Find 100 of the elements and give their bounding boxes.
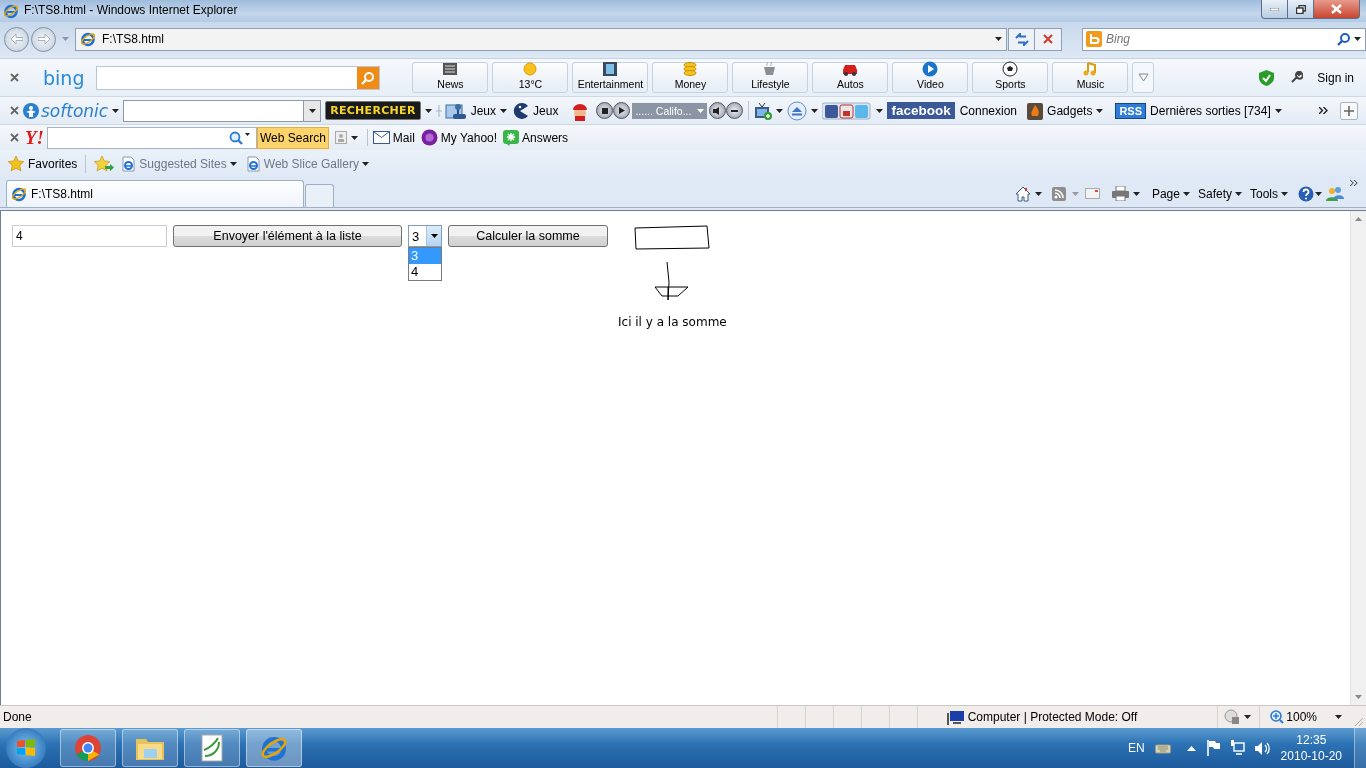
caret-icon[interactable]: [112, 108, 120, 113]
browser-tab[interactable]: F:\TS8.html: [6, 180, 304, 207]
minus-button[interactable]: [726, 102, 744, 119]
taskbar-app-button[interactable]: [246, 729, 302, 767]
minimize-button[interactable]: [1261, 0, 1288, 19]
home-icon[interactable]: [1014, 185, 1031, 202]
caret-icon[interactable]: [1354, 37, 1361, 41]
command-menu[interactable]: Page: [1151, 186, 1190, 201]
stop-media-button[interactable]: [596, 102, 614, 119]
taskbar-app-button[interactable]: [122, 729, 178, 767]
send-button[interactable]: Envoyer l'élément à la liste: [173, 225, 402, 247]
favorites-button[interactable]: Favorites: [8, 156, 78, 172]
taskbar-app-button[interactable]: [60, 729, 116, 767]
clock[interactable]: 12:35 2010-10-20: [1280, 732, 1342, 764]
caret-icon[interactable]: [1274, 108, 1282, 113]
tv-plus-icon[interactable]: [754, 101, 773, 120]
command-menu[interactable]: Safety: [1197, 186, 1242, 201]
command-menu[interactable]: Tools: [1250, 186, 1288, 201]
caret-icon[interactable]: [1034, 191, 1042, 196]
close-icon[interactable]: [10, 106, 19, 115]
text-input[interactable]: 4: [12, 225, 167, 247]
search-field[interactable]: Bing: [1082, 27, 1366, 51]
softonic-search-field[interactable]: [123, 99, 322, 122]
rss-badge[interactable]: RSS: [1115, 102, 1147, 119]
resize-grip-icon[interactable]: [1354, 717, 1364, 727]
caret-icon[interactable]: [776, 108, 784, 113]
autos-button[interactable]: Autos: [812, 62, 889, 93]
star-arrow-icon[interactable]: [94, 156, 115, 172]
show-desktop-button[interactable]: [1354, 728, 1366, 768]
caret-icon[interactable]: [424, 108, 432, 113]
caret-icon[interactable]: [1315, 191, 1322, 196]
news-button[interactable]: News: [412, 62, 489, 93]
dropdown-button[interactable]: [303, 100, 321, 121]
refresh-button[interactable]: [1008, 27, 1035, 51]
caret-icon[interactable]: [1096, 108, 1104, 113]
facebook-logo[interactable]: facebook: [887, 102, 955, 119]
close-icon[interactable]: [10, 133, 19, 142]
help-icon[interactable]: [1298, 185, 1314, 202]
toolbar-link[interactable]: Answers: [522, 130, 569, 145]
up-triangle-icon[interactable]: [1186, 745, 1196, 751]
entertainment-button[interactable]: Entertainment: [572, 62, 649, 93]
volume-button[interactable]: [709, 102, 727, 119]
eject-icon[interactable]: [787, 100, 808, 121]
printer-icon[interactable]: [1111, 186, 1129, 201]
yahoo-search-field[interactable]: [47, 126, 257, 149]
add-button[interactable]: [1340, 101, 1358, 120]
social-icons[interactable]: [822, 101, 873, 120]
taskbar-app-button[interactable]: [184, 729, 240, 767]
chevron-icon[interactable]: [1319, 107, 1328, 114]
play-media-button[interactable]: [613, 102, 631, 119]
restore-button[interactable]: [1288, 0, 1314, 19]
language-indicator[interactable]: EN: [1127, 741, 1145, 755]
sum-button[interactable]: Calculer la somme: [448, 225, 608, 247]
music-button[interactable]: Music: [1052, 62, 1129, 93]
wrench-icon[interactable]: [1290, 71, 1304, 84]
search-icon[interactable]: [1337, 32, 1350, 46]
stop-button[interactable]: [1035, 27, 1062, 51]
web-search-button[interactable]: Web Search: [257, 126, 329, 149]
joystick-icon[interactable]: [444, 101, 467, 120]
network-icon[interactable]: [1229, 740, 1245, 756]
games-link[interactable]: Jeux: [533, 103, 559, 118]
caret-icon[interactable]: [1132, 191, 1140, 196]
mail-read-icon[interactable]: [1084, 188, 1100, 199]
pacman-icon[interactable]: [511, 101, 530, 120]
sports-button[interactable]: Sports: [972, 62, 1049, 93]
caret-icon[interactable]: [245, 133, 250, 136]
toolbar-link[interactable]: Mail: [392, 130, 415, 145]
close-window-button[interactable]: [1314, 0, 1360, 19]
sign-in-link[interactable]: Sign in: [1317, 70, 1354, 85]
rechercher-button[interactable]: RECHERCHER: [325, 101, 421, 120]
games-link[interactable]: Jeux: [470, 103, 497, 118]
yahoo-logo[interactable]: Y!: [25, 126, 44, 149]
shield-icon[interactable]: [1259, 69, 1275, 86]
favorites-link[interactable]: Suggested Sites: [120, 156, 237, 172]
softonic-logo[interactable]: softonic: [23, 100, 109, 121]
caret-icon[interactable]: [811, 108, 819, 113]
address-field[interactable]: F:\TS8.html: [75, 27, 1007, 51]
video-button[interactable]: Video: [892, 62, 969, 93]
caret-icon[interactable]: [995, 37, 1002, 41]
money-button[interactable]: Money: [652, 62, 729, 93]
security-zone-text[interactable]: Computer | Protected Mode: Off: [967, 710, 1138, 724]
gadgets-link[interactable]: Gadgets: [1047, 103, 1093, 118]
gadget-flame-icon[interactable]: [1027, 101, 1044, 120]
feed-icon[interactable]: [1051, 186, 1066, 201]
caret-icon[interactable]: [350, 135, 358, 140]
favorites-link[interactable]: Web Slice Gallery: [244, 156, 369, 172]
caret-icon[interactable]: [1244, 715, 1252, 719]
close-icon[interactable]: [10, 73, 19, 82]
start-button[interactable]: [6, 728, 46, 768]
scrollbar[interactable]: [1350, 211, 1366, 705]
caret-icon[interactable]: [500, 108, 508, 113]
lifestyle-button[interactable]: Lifestyle: [732, 62, 809, 93]
zoom-control[interactable]: 100%: [1270, 710, 1342, 724]
speaker-icon[interactable]: [1254, 740, 1271, 756]
back-button[interactable]: [4, 26, 29, 52]
forward-button[interactable]: [31, 26, 56, 52]
weather-button[interactable]: 13°C: [492, 62, 569, 93]
flag-icon[interactable]: [1205, 740, 1220, 756]
bing-search-field[interactable]: [96, 65, 381, 90]
dropdown-option[interactable]: 4: [409, 264, 441, 280]
